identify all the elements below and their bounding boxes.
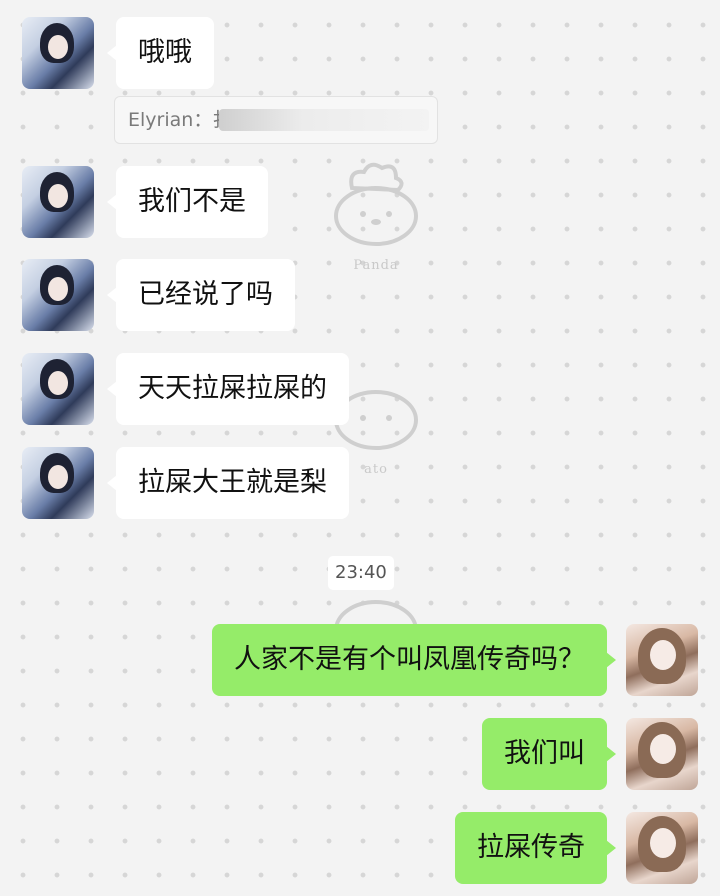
quoted-message[interactable]: Elyrian：扌	[114, 96, 438, 144]
incoming-message[interactable]: 天天拉屎拉屎的	[107, 353, 349, 425]
incoming-message[interactable]: 拉屎大王就是梨	[107, 447, 349, 519]
incoming-message[interactable]: 已经说了吗	[107, 259, 295, 331]
outgoing-message[interactable]: 我们叫	[482, 718, 616, 790]
incoming-message[interactable]: 哦哦	[107, 17, 214, 89]
outgoing-message[interactable]: 人家不是有个叫凤凰传奇吗？	[212, 624, 616, 696]
message-timestamp: 23:40	[328, 556, 394, 590]
incoming-message[interactable]: 我们不是	[107, 166, 268, 238]
outgoing-message[interactable]: 拉屎传奇	[455, 812, 616, 884]
wallpaper-bear-icon: Panda	[330, 158, 422, 273]
contact-avatar[interactable]	[22, 353, 94, 425]
quote-separator: ：	[193, 109, 213, 131]
self-avatar[interactable]	[626, 812, 698, 884]
contact-avatar[interactable]	[22, 17, 94, 89]
quote-blur	[219, 109, 429, 131]
self-avatar[interactable]	[626, 624, 698, 696]
contact-avatar[interactable]	[22, 447, 94, 519]
watermark-label: Panda	[353, 258, 399, 273]
quote-sender: Elyrian	[128, 109, 194, 131]
contact-avatar[interactable]	[22, 166, 94, 238]
contact-avatar[interactable]	[22, 259, 94, 331]
self-avatar[interactable]	[626, 718, 698, 790]
